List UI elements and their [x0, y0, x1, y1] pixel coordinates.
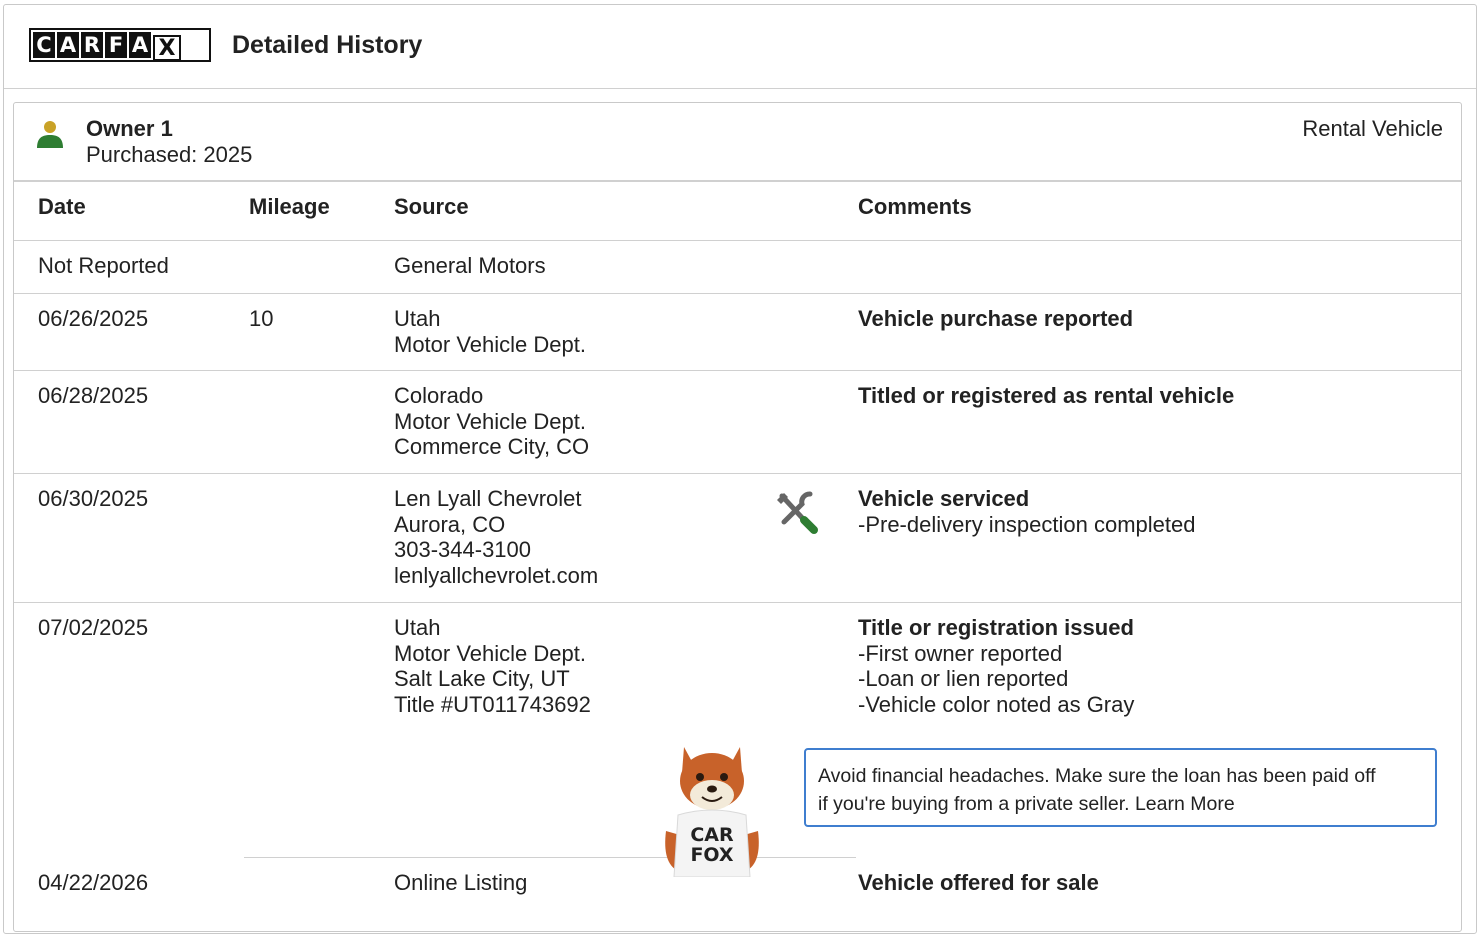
person-icon [37, 121, 63, 148]
loan-tip-box[interactable]: Avoid financial headaches. Make sure the… [804, 748, 1437, 827]
row-source-line: Commerce City, CO [394, 434, 590, 459]
column-header-comments: Comments [858, 194, 972, 219]
logo-letter: X [153, 35, 181, 61]
owner-type: Rental Vehicle [1302, 116, 1443, 141]
row-date: 04/22/2026 [38, 870, 149, 895]
logo-letter: F [105, 32, 127, 58]
row-source-line: Colorado [394, 383, 484, 408]
row-source-line: 303-344-3100 [394, 537, 532, 562]
row-comment-detail: -First owner reported [858, 640, 1063, 666]
row-comment-title: Vehicle offered for sale [858, 870, 1099, 895]
row-source-line: Motor Vehicle Dept. [394, 640, 586, 666]
logo-letter: A [57, 32, 79, 58]
row-date: 07/02/2025 [38, 615, 149, 640]
service-tools-icon [777, 491, 818, 534]
report-header: C A R F A X Detailed History [4, 5, 1476, 89]
row-source: Colorado Motor Vehicle Dept. Commerce Ci… [394, 383, 589, 460]
row-source-line: General Motors [394, 253, 546, 278]
carfax-logo[interactable]: C A R F A X [29, 28, 211, 62]
row-source-line: Title #UT011743692 [394, 691, 591, 717]
table-header: Date Mileage Source Comments [14, 182, 1461, 241]
owner-history-card: Owner 1 Purchased: 2025 Rental Vehicle D… [13, 102, 1462, 932]
logo-letter: C [33, 32, 55, 58]
table-row: Not Reported General Motors [14, 241, 1461, 294]
column-header-source: Source [394, 194, 469, 219]
row-comment-detail: -Vehicle color noted as Gray [858, 691, 1135, 717]
column-header-date: Date [38, 194, 86, 219]
row-source-line: Len Lyall Chevrolet [394, 486, 582, 511]
row-comment-detail: -Loan or lien reported [858, 666, 1069, 691]
table-row: 04/22/2026 Online Listing Vehicle offere… [14, 858, 1461, 931]
row-comment-title: Vehicle serviced [858, 486, 1030, 511]
column-header-mileage: Mileage [249, 194, 330, 219]
row-comment: Title or registration issued -First owne… [858, 615, 1134, 717]
row-comment-title: Titled or registered as rental vehicle [858, 383, 1235, 408]
row-source-line: Motor Vehicle Dept. [394, 331, 586, 357]
row-source-line: Online Listing [394, 870, 528, 895]
logo-letter: R [81, 32, 103, 58]
owner-purchased: Purchased: 2025 [86, 142, 253, 167]
table-row: 06/28/2025 Colorado Motor Vehicle Dept. … [14, 371, 1461, 474]
row-comment-detail: -Pre-delivery inspection completed [858, 511, 1196, 537]
row-source-line: Motor Vehicle Dept. [394, 408, 586, 434]
row-comment-title: Vehicle purchase reported [858, 306, 1134, 331]
row-comment-title: Title or registration issued [858, 615, 1134, 640]
row-source-line: Aurora, CO [394, 511, 506, 537]
row-source: Len Lyall Chevrolet Aurora, CO 303-344-3… [394, 486, 598, 588]
row-date: 06/26/2025 [38, 306, 149, 331]
row-date: Not Reported [38, 253, 169, 278]
logo-letter: A [129, 32, 151, 58]
page-title: Detailed History [232, 31, 423, 59]
row-source-line: Utah [394, 306, 441, 331]
fox-shirt-text: CAR [690, 824, 734, 846]
row-source-line: Utah [394, 615, 441, 640]
row-mileage: 10 [249, 306, 274, 331]
table-row: 06/26/2025 10 Utah Motor Vehicle Dept. V… [14, 294, 1461, 371]
row-comment: Vehicle serviced -Pre-delivery inspectio… [858, 486, 1196, 537]
row-date: 06/30/2025 [38, 486, 149, 511]
tip-text-line: Avoid financial headaches. Make sure the… [818, 765, 1376, 787]
row-source-line: Salt Lake City, UT [394, 666, 570, 691]
row-source-line: lenlyallchevrolet.com [394, 562, 599, 588]
row-source: Utah Motor Vehicle Dept. Salt Lake City,… [394, 615, 591, 717]
row-source: Utah Motor Vehicle Dept. [394, 306, 586, 357]
owner-bar: Owner 1 Purchased: 2025 Rental Vehicle [14, 103, 1461, 182]
row-date: 06/28/2025 [38, 383, 149, 408]
tip-text-line: if you're buying from a private seller. … [818, 793, 1235, 815]
carfox-mascot-icon: CAR FOX [665, 747, 759, 877]
table-row: 06/30/2025 Len Lyall Chevrolet Aurora, C… [14, 474, 1461, 603]
owner-name: Owner 1 [86, 116, 173, 141]
